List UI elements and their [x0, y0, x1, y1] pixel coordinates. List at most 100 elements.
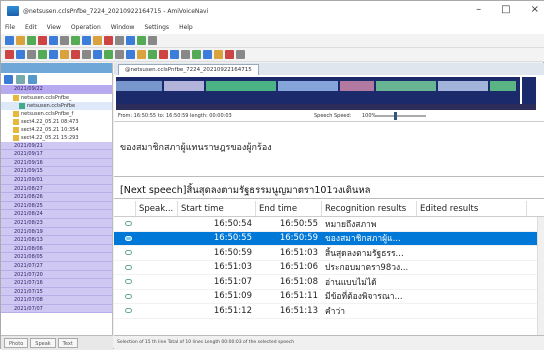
document-tab[interactable]: @netsusen.cclsPnfbe_7224_20210922164715	[118, 64, 259, 75]
toolbar-button[interactable]	[181, 50, 190, 59]
speech-segment[interactable]	[376, 81, 436, 91]
menu-edit[interactable]: Edit	[25, 24, 37, 31]
date-row[interactable]: 2021/07/20	[1, 270, 112, 280]
toolbar-button[interactable]	[38, 36, 47, 45]
toolbar-button[interactable]	[16, 36, 25, 45]
speech-segment[interactable]	[490, 81, 516, 91]
col-start-header[interactable]: Start time	[178, 201, 256, 216]
date-row[interactable]: 2021/08/24	[1, 210, 112, 219]
toolbar-button[interactable]	[137, 50, 146, 59]
date-row[interactable]: 2021/09/21	[1, 141, 112, 151]
table-row[interactable]: 16:51:03 16:51:06 ประกอบมาตรา98วง...	[114, 261, 544, 275]
date-row[interactable]: 2021/08/25	[1, 201, 112, 211]
toolbar-button[interactable]	[71, 50, 80, 59]
toolbar-button[interactable]	[225, 50, 234, 59]
menu-view[interactable]: View	[47, 24, 61, 31]
toolbar-button[interactable]	[71, 36, 80, 45]
toolbar-button[interactable]	[49, 36, 58, 45]
tree-item[interactable]: sect4.22_05.21 10:354	[1, 126, 112, 134]
date-row[interactable]: 2021/08/06	[1, 244, 112, 254]
date-row[interactable]: 2021/07/27	[1, 261, 112, 271]
menu-operation[interactable]: Operation	[71, 24, 101, 31]
tree-item[interactable]: netsusen.cclsPnfbe_f	[1, 110, 112, 118]
toolbar-button[interactable]	[93, 36, 102, 45]
toolbar-button[interactable]	[27, 50, 36, 59]
date-row[interactable]: 2021/08/05	[1, 253, 112, 262]
date-row[interactable]: 2021/08/23	[1, 218, 112, 228]
toolbar-button[interactable]	[82, 36, 91, 45]
date-row[interactable]: 2021/09/16	[1, 158, 112, 168]
toolbar-button[interactable]	[170, 50, 179, 59]
col-recognition-header[interactable]: Recognition results	[322, 201, 417, 216]
current-speech-text[interactable]: ของสมาชิกสภาผู้แทนราษฎรของผู้กร้อง	[114, 132, 544, 177]
list-view-icon[interactable]	[16, 74, 25, 84]
date-row[interactable]: 2021/09/15	[1, 167, 112, 176]
date-row[interactable]: 2021/07/15	[1, 287, 112, 297]
toolbar-button[interactable]	[49, 50, 58, 59]
tree-item[interactable]: sect4.22_05.21 15:293	[1, 134, 112, 142]
toolbar-button[interactable]	[60, 50, 69, 59]
toolbar-button[interactable]	[192, 50, 201, 59]
toolbar-button[interactable]	[93, 50, 102, 59]
date-row[interactable]: 2021/09/01	[1, 175, 112, 185]
toolbar-button[interactable]	[104, 36, 113, 45]
tree-item[interactable]: netsusen.cclsPnfbe_	[1, 94, 112, 102]
speech-segment[interactable]	[278, 81, 338, 91]
tab-text[interactable]: Text	[57, 338, 78, 348]
next-speech-text[interactable]: [Next speech]สิ้นสุดลงตามรัฐธรรมนูญมาตรา…	[114, 179, 544, 199]
toolbar-button[interactable]	[126, 50, 135, 59]
col-speaker-header[interactable]: Speak...	[136, 201, 178, 216]
date-row[interactable]: 2021/07/16	[1, 279, 112, 288]
table-row[interactable]: 16:51:12 16:51:13 คำว่า	[114, 304, 544, 319]
tree-item[interactable]: sect4.22_05.21 08:473	[1, 118, 112, 126]
toolbar-button[interactable]	[126, 36, 135, 45]
toolbar-button[interactable]	[16, 50, 25, 59]
toolbar-button[interactable]	[115, 36, 124, 45]
date-row[interactable]: 2021/07/07	[1, 304, 112, 314]
col-edited-header[interactable]: Edited results	[417, 201, 527, 216]
toolbar-button[interactable]	[5, 36, 14, 45]
toolbar-button[interactable]	[148, 36, 157, 45]
table-row[interactable]: 16:51:09 16:51:11 มีข้อที่ต้องพิจารณา...	[114, 290, 544, 304]
date-row[interactable]: 2021/08/26	[1, 193, 112, 202]
menu-help[interactable]: Help	[179, 24, 193, 31]
toolbar-button[interactable]	[203, 50, 212, 59]
menu-file[interactable]: File	[5, 24, 15, 31]
toolbar-button[interactable]	[214, 50, 223, 59]
tree-item-selected[interactable]: netsusen.cclsPnfbe	[1, 101, 112, 110]
toolbar-button[interactable]	[115, 50, 124, 59]
maximize-button[interactable]: □	[501, 4, 510, 15]
playhead[interactable]	[520, 77, 522, 104]
menu-settings[interactable]: Settings	[144, 24, 169, 31]
table-row[interactable]: 16:50:54 16:50:55 หมายถึงสภาพ	[114, 217, 544, 232]
grid-scrollbar[interactable]	[537, 217, 544, 335]
date-row[interactable]: 2021/09/17	[1, 150, 112, 159]
toolbar-button[interactable]	[60, 36, 69, 45]
col-end-header[interactable]: End time	[256, 201, 322, 216]
date-row[interactable]: 2021/08/19	[1, 227, 112, 237]
speed-slider-track[interactable]	[376, 115, 426, 117]
refresh-icon[interactable]	[28, 74, 37, 84]
date-row-first[interactable]: 2021/09/22	[1, 85, 112, 94]
date-row[interactable]: 2021/07/08	[1, 296, 112, 305]
minimize-button[interactable]: –	[476, 4, 481, 15]
date-row[interactable]: 2021/08/27	[1, 184, 112, 194]
waveform-view[interactable]	[116, 77, 536, 104]
speech-segment[interactable]	[206, 81, 276, 91]
speech-segment[interactable]	[340, 81, 374, 91]
date-row[interactable]: 2021/08/13	[1, 236, 112, 245]
toolbar-button[interactable]	[159, 50, 168, 59]
speed-slider-thumb[interactable]	[394, 112, 397, 120]
tab-speak[interactable]: Speak	[30, 338, 56, 348]
speech-segment[interactable]	[164, 81, 204, 91]
tab-photo[interactable]: Photo	[4, 338, 29, 348]
toolbar-button[interactable]	[38, 50, 47, 59]
table-row[interactable]: 16:50:59 16:51:03 สิ้นสุดลงตามรัฐธรร...	[114, 246, 544, 261]
table-row[interactable]: 16:50:55 16:50:59 ของสมาชิกสภาผู้แ...	[114, 231, 544, 246]
toolbar-button[interactable]	[5, 50, 14, 59]
toolbar-button[interactable]	[82, 50, 91, 59]
toolbar-button[interactable]	[148, 50, 157, 59]
toolbar-button[interactable]	[137, 36, 146, 45]
menu-window[interactable]: Window	[111, 24, 135, 31]
toolbar-button[interactable]	[104, 50, 113, 59]
